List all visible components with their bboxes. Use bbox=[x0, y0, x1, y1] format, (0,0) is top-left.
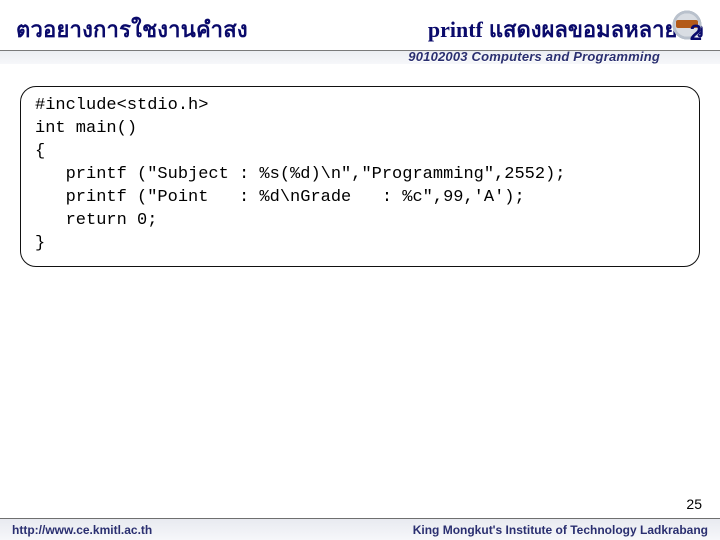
code-box: #include<stdio.h> int main() { printf ("… bbox=[20, 86, 700, 267]
footer-institution: King Mongkut's Institute of Technology L… bbox=[413, 523, 708, 537]
slide-footer: http://www.ce.kmitl.ac.th King Mongkut's… bbox=[0, 518, 720, 540]
title-row: ตวอยางการใชงานคำสง printf แสดงผลขอมลหลาย… bbox=[16, 8, 704, 50]
title-number: 2 bbox=[690, 20, 702, 46]
slide-number: 25 bbox=[686, 496, 702, 512]
course-line: 90102003 Computers and Programming bbox=[408, 49, 660, 64]
institution-logo: 2 bbox=[664, 6, 710, 44]
code-content: #include<stdio.h> int main() { printf ("… bbox=[35, 95, 685, 256]
title-right: printf แสดงผลขอมลหลายตว bbox=[428, 12, 704, 47]
title-printf: printf bbox=[428, 17, 483, 43]
title-left: ตวอยางการใชงานคำสง bbox=[16, 12, 248, 47]
slide-header: ตวอยางการใชงานคำสง printf แสดงผลขอมลหลาย… bbox=[0, 0, 720, 70]
footer-url: http://www.ce.kmitl.ac.th bbox=[12, 523, 152, 537]
